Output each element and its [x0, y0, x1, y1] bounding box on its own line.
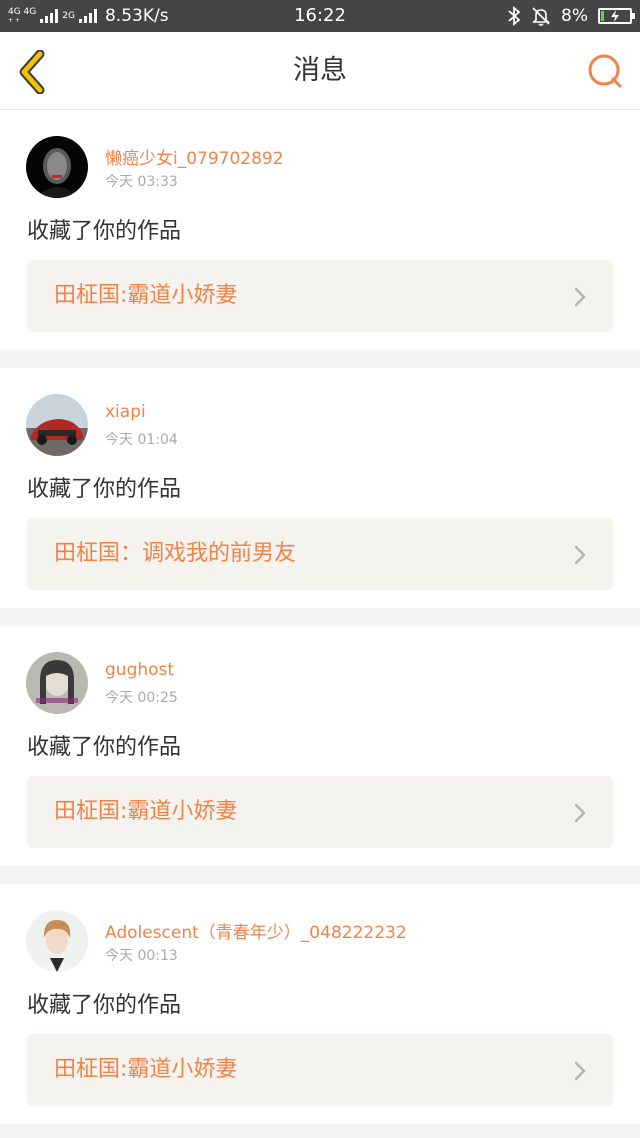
- action-text: 收藏了你的作品: [27, 993, 182, 1018]
- username[interactable]: Adolescent（青春年少）_048222232: [105, 918, 407, 943]
- bell-off-icon: [532, 7, 550, 26]
- battery-percent: 8%: [561, 6, 588, 26]
- username[interactable]: 懒癌少女i_079702892: [105, 144, 284, 169]
- avatar[interactable]: [26, 652, 88, 714]
- action-text: 收藏了你的作品: [27, 477, 182, 502]
- chevron-right-icon: [574, 1061, 586, 1081]
- avatar[interactable]: [26, 394, 88, 456]
- message-card: 懒癌少女i_079702892 今天 03:33 收藏了你的作品 田柾国:霸道小…: [0, 110, 640, 350]
- username[interactable]: gughost: [105, 660, 174, 680]
- bluetooth-icon: [508, 6, 521, 26]
- avatar[interactable]: [26, 910, 88, 972]
- battery-icon: [598, 8, 635, 24]
- status-bar: 4G 4G + + 2G 8.53K/s 16:22 8%: [0, 0, 640, 32]
- message-card: xiapi 今天 01:04 收藏了你的作品 田柾国：调戏我的前男友: [0, 368, 640, 608]
- chevron-right-icon: [574, 545, 586, 565]
- work-link[interactable]: 田柾国:霸道小娇妻: [27, 1034, 613, 1106]
- work-link[interactable]: 田柾国：调戏我的前男友: [27, 518, 613, 590]
- timestamp: 今天 00:13: [105, 948, 178, 964]
- message-card: Adolescent（青春年少）_048222232 今天 00:13 收藏了你…: [0, 884, 640, 1124]
- avatar[interactable]: [26, 136, 88, 198]
- chevron-right-icon: [574, 803, 586, 823]
- work-title: 田柾国：调戏我的前男友: [54, 541, 297, 566]
- chevron-right-icon: [574, 287, 586, 307]
- timestamp: 今天 00:25: [105, 690, 178, 706]
- search-icon: [588, 54, 622, 88]
- work-title: 田柾国:霸道小娇妻: [54, 1057, 238, 1082]
- username[interactable]: xiapi: [105, 402, 146, 422]
- search-button[interactable]: [586, 52, 624, 90]
- message-card: gughost 今天 00:25 收藏了你的作品 田柾国:霸道小娇妻: [0, 626, 640, 866]
- work-title: 田柾国:霸道小娇妻: [54, 283, 238, 308]
- work-link[interactable]: 田柾国:霸道小娇妻: [27, 260, 613, 332]
- action-text: 收藏了你的作品: [27, 735, 182, 760]
- work-link[interactable]: 田柾国:霸道小娇妻: [27, 776, 613, 848]
- status-right: 8%: [507, 0, 635, 32]
- work-title: 田柾国:霸道小娇妻: [54, 799, 238, 824]
- message-list: 懒癌少女i_079702892 今天 03:33 收藏了你的作品 田柾国:霸道小…: [0, 110, 640, 1138]
- timestamp: 今天 01:04: [105, 432, 178, 448]
- app-header: 消息: [0, 32, 640, 110]
- timestamp: 今天 03:33: [105, 174, 178, 190]
- page-title: 消息: [293, 55, 347, 86]
- action-text: 收藏了你的作品: [27, 219, 182, 244]
